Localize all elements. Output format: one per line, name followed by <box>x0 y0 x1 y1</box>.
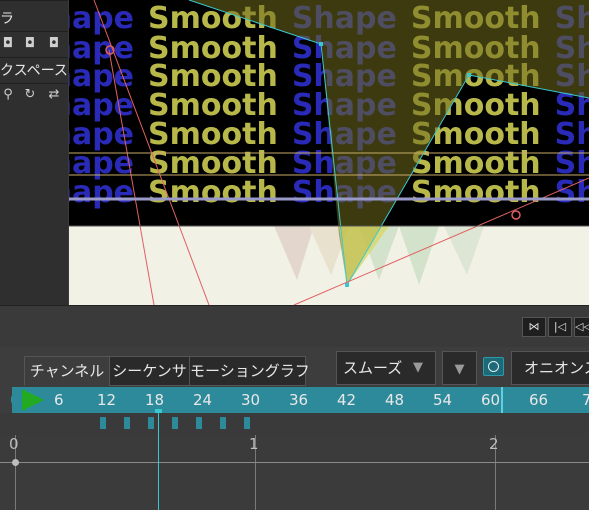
bone-joint <box>511 210 521 220</box>
camera-icon[interactable]: ◘ <box>0 37 16 51</box>
onion-skin-label: オニオンス <box>524 359 589 377</box>
control-point <box>467 73 471 77</box>
ruler-tick: 24 <box>193 391 213 409</box>
keyframe-marker[interactable] <box>220 417 226 429</box>
divider <box>0 57 68 58</box>
camera-icon[interactable]: ◘ <box>46 37 62 51</box>
ruler-tick: 66 <box>529 391 549 409</box>
left-panel: ラ ◘ ◘ ◘ クスペース ⚲ ↻ ⇄ <box>0 0 68 305</box>
ruler-tick: 60 <box>481 391 501 409</box>
onion-toggle[interactable] <box>480 351 508 383</box>
ruler-tick: 48 <box>385 391 405 409</box>
keyframe-marker[interactable] <box>172 417 178 429</box>
onion-skin-button[interactable]: オニオンス <box>511 351 589 385</box>
interpolation-select[interactable]: スムーズ ▼ <box>336 351 436 385</box>
graph-mark: 0 <box>9 435 19 453</box>
current-frame-marker[interactable] <box>155 409 162 413</box>
sync-icon[interactable]: ⇄ <box>46 88 62 102</box>
shadow-shape <box>444 226 484 275</box>
ruler-tick: 7 <box>582 391 589 409</box>
motion-graph-area[interactable]: 0 1 2 <box>0 435 589 510</box>
ruler-tick: 18 <box>145 391 165 409</box>
tab-motion-graph[interactable]: モーショングラフ <box>189 356 310 386</box>
first-frame-button[interactable]: |◁ <box>548 317 572 337</box>
control-point <box>345 283 349 287</box>
tab-channel[interactable]: チャンネル <box>24 356 110 386</box>
keyframe-marker[interactable] <box>148 417 154 429</box>
onion-icon <box>483 357 504 376</box>
graph-mark: 1 <box>249 435 259 453</box>
current-frame-line <box>158 410 159 510</box>
loop-button[interactable]: ⋈ <box>522 317 546 337</box>
zero-line <box>0 462 589 463</box>
shadow-shape <box>399 226 439 285</box>
playback-toolbar: ⋈ |◁ ◁◁ <box>0 305 589 348</box>
control-point <box>319 42 323 46</box>
frame-ruler[interactable]: 0 6121824303642485460667 <box>0 387 589 413</box>
keyframe-marker[interactable] <box>100 417 106 429</box>
play-head-icon[interactable] <box>22 389 46 411</box>
overlay-svg <box>69 0 589 305</box>
ruler-tick: 36 <box>289 391 309 409</box>
divider <box>0 0 68 1</box>
camera-icon[interactable]: ◘ <box>22 37 38 51</box>
keyframe-row[interactable] <box>0 413 589 435</box>
tab-sequencer[interactable]: シーケンサ <box>109 356 190 386</box>
keyframe-marker[interactable] <box>244 417 250 429</box>
ruler-tick: 42 <box>337 391 357 409</box>
interpolation-value: スムーズ <box>343 359 403 377</box>
refresh-icon[interactable]: ↻ <box>22 88 38 102</box>
shadow-shape <box>274 226 314 280</box>
keyframe-marker[interactable] <box>196 417 202 429</box>
chevron-down-icon: ▼ <box>454 362 465 377</box>
graph-key[interactable] <box>12 459 19 466</box>
prev-key-button[interactable]: ◁◁ <box>574 317 589 337</box>
keyframe-marker[interactable] <box>124 417 130 429</box>
graph-mark: 2 <box>489 435 499 453</box>
divider <box>0 31 68 32</box>
divider <box>0 83 68 84</box>
canvas-viewport[interactable]: ShapeSmoothShapeSmoothShapeSmoothShapeSm… <box>69 0 589 305</box>
end-marker[interactable] <box>501 387 503 413</box>
ruler-tick: 12 <box>97 391 117 409</box>
ruler-tick: 30 <box>241 391 261 409</box>
timeline-tabbar: チャンネル シーケンサ モーショングラフ スムーズ ▼ ▼ オニオンス <box>0 347 589 387</box>
workspace-label: クスペース <box>0 63 68 79</box>
panel-label: ラ <box>0 11 14 27</box>
bone-line <box>108 49 155 305</box>
ruler-tick: 54 <box>433 391 453 409</box>
dropdown-button[interactable]: ▼ <box>442 351 477 385</box>
ruler-tick: 6 <box>54 391 64 409</box>
chevron-down-icon: ▼ <box>413 360 423 375</box>
zoom-icon[interactable]: ⚲ <box>0 88 16 102</box>
